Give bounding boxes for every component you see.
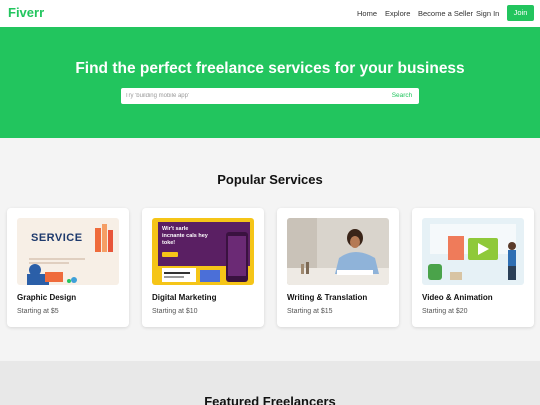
service-card-video-animation[interactable]: Video & Animation Starting at $20 — [412, 208, 534, 327]
popular-services-title: Popular Services — [217, 172, 323, 187]
nav-sign-in-link[interactable]: Sign In — [476, 9, 499, 18]
graphic-design-image-text: SERVICE — [31, 232, 83, 244]
service-card-graphic-design[interactable]: SERVICE Graphic Design Starting at $5 — [7, 208, 129, 327]
search-input[interactable] — [121, 88, 381, 104]
service-card-writing-translation[interactable]: Writing & Translation Starting at $15 — [277, 208, 399, 327]
digital-marketing-image: Wir't sarle incnante cals hey toke! — [152, 218, 254, 285]
nav-home-link[interactable]: Home — [357, 9, 377, 18]
card-title: Graphic Design — [17, 293, 77, 302]
nav-explore-link[interactable]: Explore — [385, 9, 410, 18]
service-card-digital-marketing[interactable]: Wir't sarle incnante cals hey toke! Digi… — [142, 208, 264, 327]
top-nav: Fiverr Home Explore Become a Seller Sign… — [0, 0, 540, 27]
card-title: Writing & Translation — [287, 293, 368, 302]
search-bar: Search — [121, 88, 419, 104]
featured-freelancers-title: Featured Freelancers — [204, 394, 336, 405]
digital-marketing-image-text: Wir't sarle incnante cals hey toke! — [162, 226, 208, 246]
card-price: Starting at $5 — [17, 308, 59, 315]
video-animation-image — [422, 218, 524, 285]
card-price: Starting at $10 — [152, 308, 198, 315]
fiverr-logo[interactable]: Fiverr — [8, 5, 44, 20]
hero-title: Find the perfect freelance services for … — [75, 60, 465, 77]
nav-become-seller-link[interactable]: Become a Seller — [418, 9, 473, 18]
card-price: Starting at $15 — [287, 308, 333, 315]
hero-section: Find the perfect freelance services for … — [0, 27, 540, 138]
card-title: Digital Marketing — [152, 293, 217, 302]
featured-freelancers-section: Featured Freelancers — [0, 361, 540, 405]
join-button[interactable]: Join — [507, 5, 534, 21]
card-title: Video & Animation — [422, 293, 493, 302]
card-price: Starting at $20 — [422, 308, 468, 315]
search-button[interactable]: Search — [389, 88, 415, 104]
writing-translation-image — [287, 218, 389, 285]
graphic-design-image: SERVICE — [17, 218, 119, 285]
